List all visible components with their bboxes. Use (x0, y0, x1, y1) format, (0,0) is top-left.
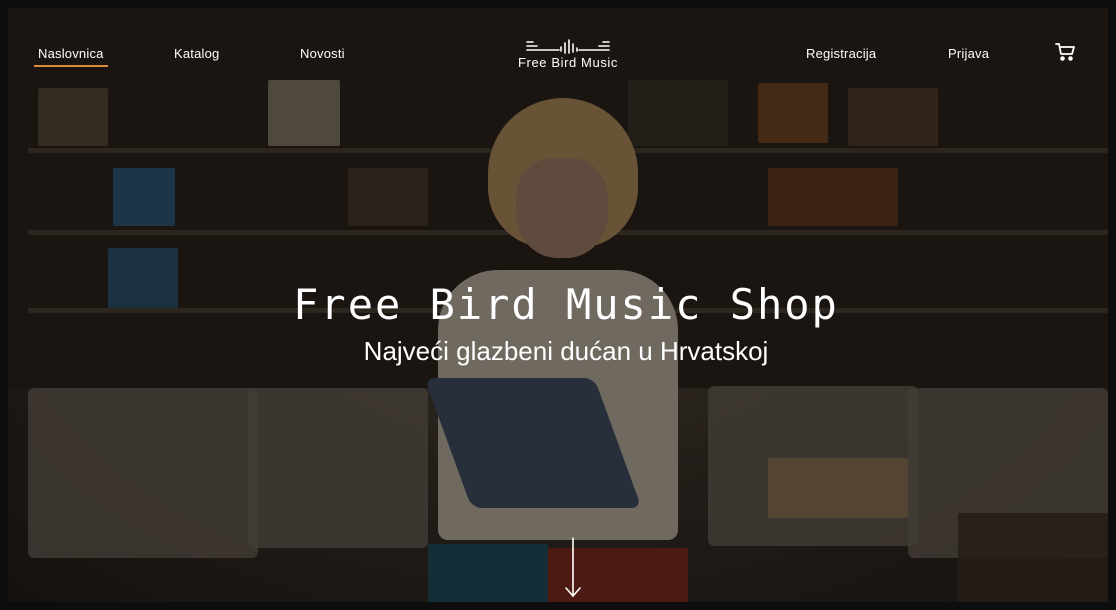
nav-link-registracija[interactable]: Registracija (806, 46, 876, 61)
hero-section: Naslovnica Katalog Novosti Free Bird Mus… (0, 0, 1116, 610)
nav-link-prijava[interactable]: Prijava (948, 46, 989, 61)
hero-title: Free Bird Music Shop (293, 280, 839, 329)
cart-icon[interactable] (1054, 42, 1076, 62)
arrow-down-icon[interactable] (563, 536, 583, 600)
sound-wave-icon (526, 39, 610, 54)
nav-link-novosti[interactable]: Novosti (300, 46, 345, 61)
top-navigation: Naslovnica Katalog Novosti Free Bird Mus… (8, 8, 1108, 78)
nav-link-katalog[interactable]: Katalog (174, 46, 220, 61)
logo-text: Free Bird Music (517, 55, 619, 70)
hero-subtitle: Najveći glazbeni dućan u Hrvatskoj (363, 336, 769, 366)
site-logo[interactable]: Free Bird Music (498, 36, 638, 70)
nav-link-naslovnica[interactable]: Naslovnica (34, 46, 108, 67)
